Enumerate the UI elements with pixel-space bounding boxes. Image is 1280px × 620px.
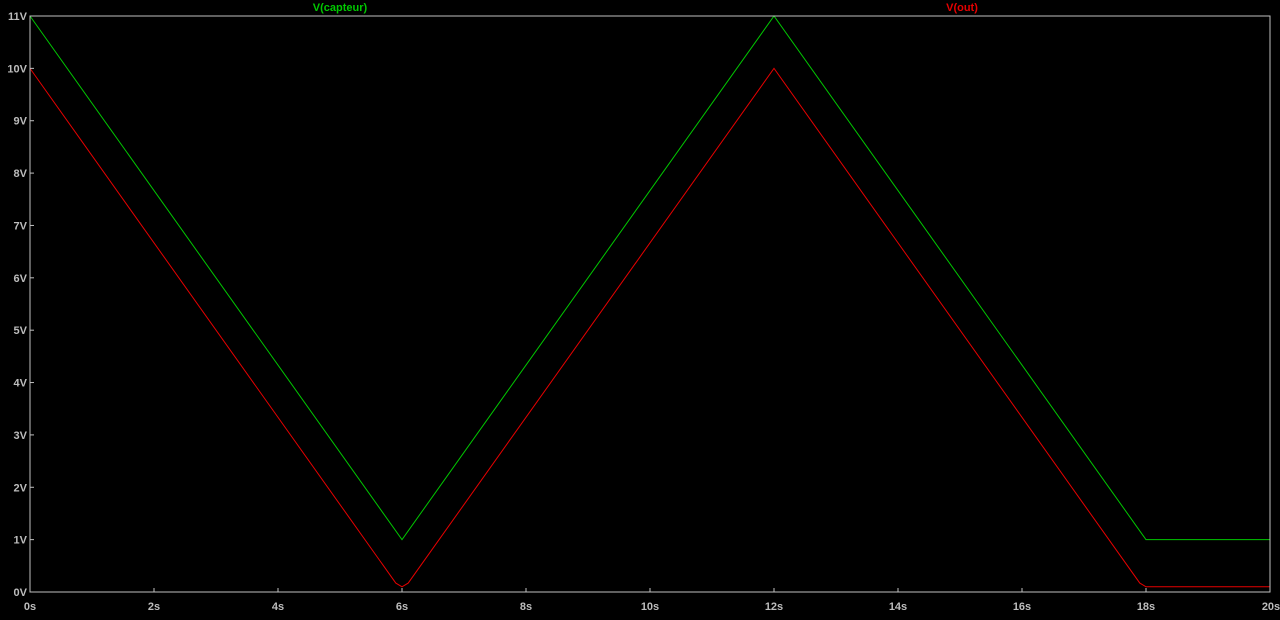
legend: V(capteur) V(out) (313, 2, 978, 14)
x-tick-label: 14s (889, 601, 907, 613)
series-layer (29, 15, 1270, 588)
y-tick-label: 2V (14, 482, 28, 494)
x-tick-label: 20s (1262, 601, 1280, 613)
y-tick-label: 6V (14, 273, 28, 285)
y-tick-label: 11V (8, 11, 28, 23)
x-tick-label: 0s (24, 601, 36, 613)
waveform-chart: V(capteur) V(out) 0s 2s 4s 6s 8s 10s 12s 14s 16s 1… (7, 2, 1280, 613)
x-tick-label: 8s (520, 601, 532, 613)
x-tick-label: 6s (396, 601, 408, 613)
y-tick-label: 0V (14, 587, 28, 599)
series-line-v-out (29, 67, 1270, 588)
x-tick-label: 10s (641, 601, 659, 613)
x-tick-label: 18s (1137, 601, 1155, 613)
legend-label-v-capteur[interactable]: V(capteur) (313, 2, 368, 14)
y-tick-label: 5V (14, 325, 28, 337)
x-tick-label: 16s (1013, 601, 1031, 613)
y-tick-label: 8V (14, 168, 28, 180)
y-tick-label: 3V (14, 430, 28, 442)
plot-frame (29, 15, 1271, 593)
y-tick-label: 7V (14, 220, 28, 232)
y-tick-label: 10V (7, 63, 27, 75)
y-tick-label: 4V (14, 378, 28, 390)
x-tick-label: 4s (272, 601, 284, 613)
x-tick-label: 12s (765, 601, 783, 613)
y-tick-label: 9V (14, 116, 28, 128)
x-tick-label: 2s (148, 601, 160, 613)
plot-window: V(capteur) V(out) 0s 2s 4s 6s 8s 10s 12s 14s 16s 1… (0, 0, 1280, 615)
series-line-v-capteur (29, 15, 1270, 541)
legend-label-v-out[interactable]: V(out) (946, 2, 978, 14)
y-tick-label: 1V (14, 535, 28, 547)
